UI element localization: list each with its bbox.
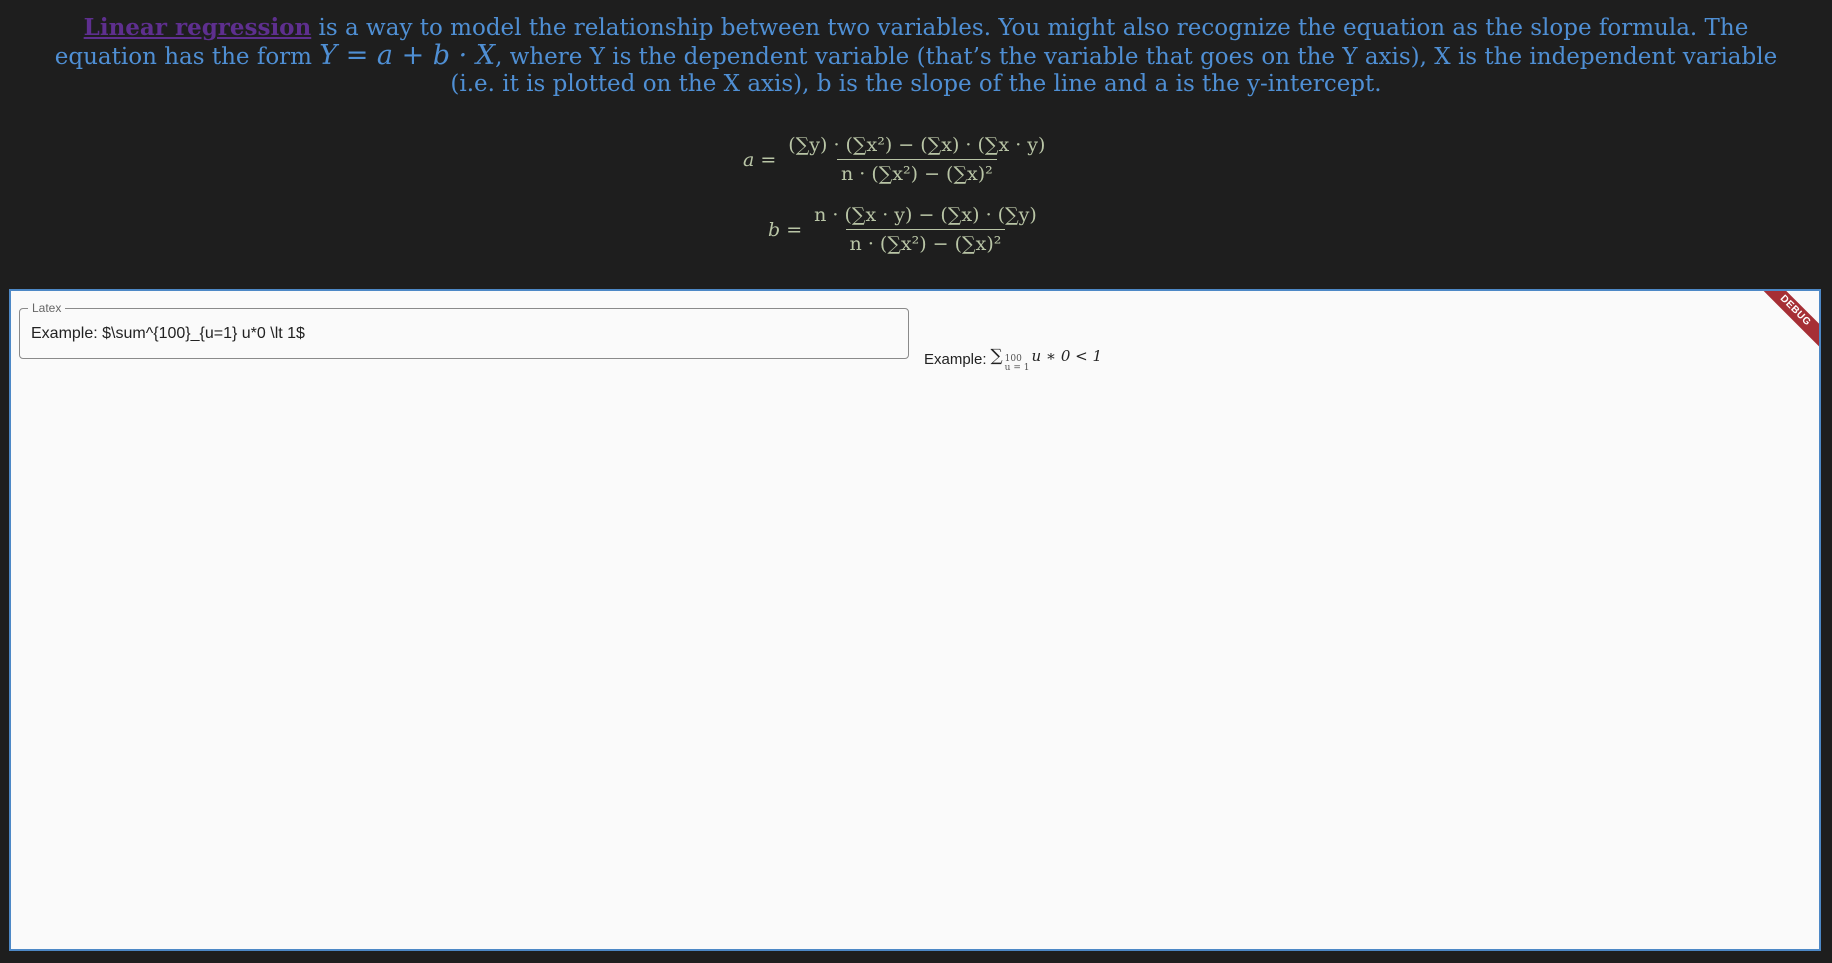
intercept-formula-lhs: a = <box>743 148 777 171</box>
latex-editor-panel: Latex Example: ∑100u = 1u ∗ 0 < 1 DEBUG <box>9 289 1821 951</box>
preview-lower-limit: u = 1 <box>1004 363 1030 373</box>
intercept-formula-denominator: n · (∑x²) − (∑x)² <box>836 159 997 185</box>
equation-rhs: = a + b · X <box>337 40 496 71</box>
slope-formula-denominator: n · (∑x²) − (∑x)² <box>845 229 1006 255</box>
slope-formula-numerator: n · (∑x · y) − (∑x) · (∑y) <box>814 204 1037 226</box>
slope-formula: b = n · (∑x · y) − (∑x) · (∑y) n · (∑x²)… <box>768 204 1041 255</box>
intro-equation: Y = a + b · X <box>319 40 495 71</box>
latex-input[interactable] <box>31 322 891 346</box>
slope-formula-fraction: n · (∑x · y) − (∑x) · (∑y) n · (∑x²) − (… <box>810 204 1041 255</box>
latex-field-label: Latex <box>28 301 66 315</box>
intercept-formula-numerator: (∑y) · (∑x²) − (∑x) · (∑x · y) <box>788 134 1046 156</box>
linear-regression-link[interactable]: Linear regression <box>84 14 312 41</box>
preview-prefix: Example: <box>924 351 987 368</box>
intercept-formula: a = (∑y) · (∑x²) − (∑x) · (∑x · y) n · (… <box>743 134 1049 185</box>
preview-body: u ∗ 0 < 1 <box>1031 347 1103 365</box>
equation-y: Y <box>319 40 338 71</box>
latex-preview: Example: ∑ 100 u = 1u ∗ 0 < 1 <box>924 346 1102 373</box>
intercept-formula-fraction: (∑y) · (∑x²) − (∑x) · (∑x · y) n · (∑x²)… <box>784 134 1049 185</box>
intro-text-2: , where Y is the dependent variable (tha… <box>450 44 1778 97</box>
preview-sigma: ∑ <box>990 346 1003 366</box>
preview-limits: 100 u = 1 <box>1005 355 1030 373</box>
preview-math: ∑ 100 u = 1u ∗ 0 < 1 <box>991 346 1103 373</box>
latex-field: Latex <box>19 301 909 359</box>
debug-banner: DEBUG <box>1746 291 1819 360</box>
intro-paragraph: Linear regression is a way to model the … <box>30 14 1802 98</box>
slope-formula-lhs: b = <box>768 218 803 241</box>
